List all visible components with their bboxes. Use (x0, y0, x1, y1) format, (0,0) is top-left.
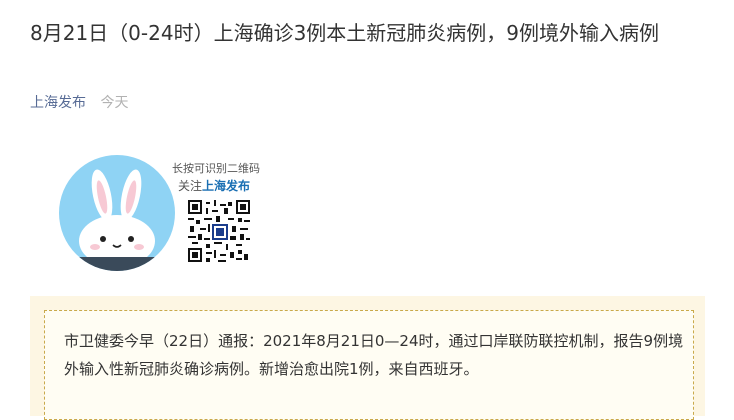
notice-text: 市卫健委今早（22日）通报：2021年8月21日0—24时，通过口岸联防联控机制… (64, 332, 684, 378)
qr-follow-tip: 关注上海发布 (178, 177, 250, 194)
qr-follow-label: 关注 (178, 179, 203, 193)
article-title: 8月21日（0-24时）上海确诊3例本土新冠肺炎病例，9例境外输入病例 (30, 21, 660, 45)
qr-tip: 长按可识别二维码 (172, 162, 260, 175)
qr-brand-name: 上海发布 (202, 179, 251, 193)
rabbit-mascot-graphic (73, 169, 161, 271)
account-link[interactable]: 上海发布 (30, 95, 86, 111)
publish-date: 今天 (100, 95, 129, 111)
qr-code-icon[interactable] (188, 200, 250, 262)
article-meta: 上海发布 今天 (30, 92, 128, 112)
rabbit-mascot-icon (59, 155, 175, 271)
